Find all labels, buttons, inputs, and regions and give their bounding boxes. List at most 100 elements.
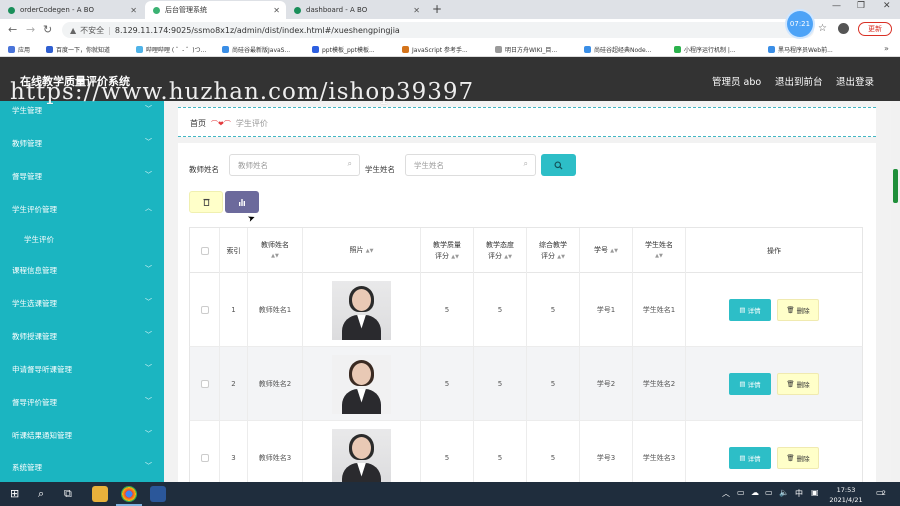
more-bookmarks-icon[interactable]: » <box>884 44 889 53</box>
logout-link[interactable]: 退出登录 <box>836 74 874 88</box>
scrollbar-thumb[interactable] <box>893 169 898 203</box>
forward-icon[interactable]: → <box>26 23 35 36</box>
sidebar-item-courses[interactable]: 课程信息管理 ﹀ <box>0 261 164 281</box>
sort-icon[interactable]: ▲▼ <box>451 254 459 260</box>
cell-teacher: 教师姓名3 <box>248 421 303 482</box>
cloud-icon[interactable]: ☁ <box>751 488 759 497</box>
sort-icon[interactable]: ▲▼ <box>610 248 618 254</box>
network-icon[interactable]: ▭ <box>737 488 745 497</box>
bookmark-item[interactable]: 小程序运行机制 |... <box>674 45 736 54</box>
display-icon[interactable]: ▭ <box>765 488 773 497</box>
ime-indicator[interactable]: 中 <box>795 488 803 499</box>
bookmark-item[interactable]: 百度一下，你就知道 <box>46 45 110 54</box>
bookmark-item[interactable]: 哔哩哔哩 ( ゜- ゜)つ... <box>136 45 206 54</box>
chevron-down-icon: ﹀ <box>145 138 152 146</box>
detail-button[interactable]: ▤ 详情 <box>729 373 771 395</box>
chevron-up-icon: ︿ <box>145 204 152 212</box>
sort-icon[interactable]: ▲▼ <box>271 251 279 262</box>
trash-icon <box>202 198 210 206</box>
search-button[interactable] <box>541 154 576 176</box>
address-bar[interactable]: ▲ 不安全 | 8.129.11.174:9025/ssmo8x1z/admin… <box>62 22 814 38</box>
breadcrumb-current: 学生评价 <box>235 119 268 128</box>
column-header-photo[interactable]: 照片 ▲▼ <box>303 228 421 274</box>
sidebar-item-system[interactable]: 系统管理 ﹀ <box>0 458 164 478</box>
sidebar-item-label: 学生选课管理 <box>12 299 57 308</box>
exit-to-frontend-link[interactable]: 退出到前台 <box>775 74 823 88</box>
chrome-icon[interactable] <box>121 486 137 502</box>
tray-chevron-icon[interactable]: ︿ <box>722 488 730 499</box>
student-name-input[interactable]: 学生姓名 ⌕ <box>405 154 536 176</box>
sidebar-item-teachers[interactable]: 教师管理 ﹀ <box>0 134 164 154</box>
row-checkbox[interactable] <box>200 454 209 462</box>
tab-close-icon[interactable]: ✕ <box>413 6 420 15</box>
page-scrollbar[interactable] <box>891 101 900 482</box>
bookmark-item[interactable]: 黑马程序员Web前... <box>768 45 833 54</box>
tab-close-icon[interactable]: ✕ <box>273 6 280 15</box>
bookmark-star-icon[interactable]: ☆ <box>818 23 827 34</box>
header-label: 学号 <box>594 246 609 254</box>
windows-start-icon[interactable]: ⊞ <box>10 487 19 500</box>
tab-close-icon[interactable]: ✕ <box>130 6 137 15</box>
sidebar-item-student-evaluation[interactable]: 学生评价管理 ︿ <box>0 200 164 220</box>
sidebar-item-label: 督导管理 <box>12 172 42 181</box>
bookmark-item[interactable]: 明日方舟WIKI_目... <box>495 45 557 54</box>
cell-attitude: 5 <box>474 347 527 421</box>
detail-button[interactable]: ▤ 详情 <box>729 299 771 321</box>
sort-icon[interactable]: ▲▼ <box>504 254 512 260</box>
delete-button[interactable]: 🗑 删除 <box>777 299 819 321</box>
teacher-name-input[interactable]: 教师姓名 ⌕ <box>229 154 360 176</box>
word-icon[interactable] <box>150 486 166 502</box>
bookmark-item[interactable]: ppt模板_ppt模板... <box>312 45 375 54</box>
task-view-icon[interactable]: ⧉ <box>64 487 72 501</box>
minimize-icon[interactable]: — <box>832 1 841 11</box>
watermark: https://www.huzhan.com/ishop39397 <box>10 79 475 105</box>
sort-icon[interactable]: ▲▼ <box>366 248 374 254</box>
column-header-student-no[interactable]: 学号 ▲▼ <box>580 228 633 274</box>
update-button[interactable]: 更新 <box>858 22 892 36</box>
sidebar-item-teaching[interactable]: 教师授课管理 ﹀ <box>0 327 164 347</box>
column-header-quality[interactable]: 教学质量 评分 ▲▼ <box>421 228 474 274</box>
sort-icon[interactable]: ▲▼ <box>655 251 663 262</box>
delete-button[interactable]: 🗑 删除 <box>777 447 819 469</box>
breadcrumb-home[interactable]: 首页 <box>190 118 206 129</box>
bookmark-item[interactable]: 尚硅谷超经典Node... <box>584 45 651 54</box>
bookmark-item[interactable]: 尚硅谷最新版JavaS... <box>222 45 290 54</box>
teacher-name-placeholder: 教师姓名 <box>238 160 268 170</box>
sidebar-item-supervisor-evaluation[interactable]: 督导评价管理 ﹀ <box>0 393 164 413</box>
browser-tab-3[interactable]: dashboard - A BO ✕ <box>286 1 426 19</box>
sidebar-item-audit-results[interactable]: 听课结果通知管理 ﹀ <box>0 426 164 446</box>
column-header-overall[interactable]: 综合教学 评分 ▲▼ <box>527 228 580 274</box>
batch-delete-button[interactable] <box>189 191 223 213</box>
sidebar: 学生管理 ﹀ 教师管理 ﹀ 督导管理 ﹀ 学生评价管理 ︿ 学生评价 课程信息管理 ﹀ 学… <box>0 101 164 482</box>
bookmark-apps[interactable]: 应用 <box>8 45 30 54</box>
antivirus-icon[interactable]: ▣ <box>811 488 819 497</box>
browser-tab-2[interactable]: 后台管理系统 ✕ <box>145 1 286 19</box>
detail-button[interactable]: ▤ 详情 <box>729 447 771 469</box>
select-all-checkbox[interactable] <box>200 247 209 255</box>
reload-icon[interactable]: ↻ <box>43 23 52 36</box>
new-tab-icon[interactable]: + <box>432 2 442 16</box>
column-header-student-name[interactable]: 学生姓名 ▲▼ <box>633 228 686 274</box>
statistics-button[interactable] <box>225 191 259 213</box>
search-icon[interactable]: ⌕ <box>38 487 44 501</box>
sidebar-subitem-student-evaluation[interactable]: 学生评价 <box>24 230 144 250</box>
column-header-attitude[interactable]: 教学态度 评分 ▲▼ <box>474 228 527 274</box>
system-clock[interactable]: 17:53 2021/4/21 <box>826 485 866 505</box>
window-close-icon[interactable]: ✕ <box>883 1 891 11</box>
column-header-teacher[interactable]: 教师姓名 ▲▼ <box>248 228 303 274</box>
file-explorer-icon[interactable] <box>92 486 108 502</box>
row-checkbox[interactable] <box>200 306 209 314</box>
volume-icon[interactable]: 🔈 <box>779 488 789 497</box>
sidebar-item-audit-requests[interactable]: 申请督导听课管理 ﹀ <box>0 360 164 380</box>
bookmark-item[interactable]: JavaScript 参考手... <box>402 45 468 54</box>
row-checkbox[interactable] <box>200 380 209 388</box>
restore-icon[interactable]: ❐ <box>857 1 865 11</box>
back-icon[interactable]: ← <box>8 23 17 36</box>
sort-icon[interactable]: ▲▼ <box>557 254 565 260</box>
sidebar-item-supervisors[interactable]: 督导管理 ﹀ <box>0 167 164 187</box>
profile-avatar-icon[interactable] <box>838 23 849 34</box>
delete-button[interactable]: 🗑 删除 <box>777 373 819 395</box>
sidebar-item-course-selection[interactable]: 学生选课管理 ﹀ <box>0 294 164 314</box>
browser-tab-1[interactable]: orderCodegen - A BO ✕ <box>0 1 143 19</box>
tab-title: dashboard - A BO <box>306 6 368 14</box>
